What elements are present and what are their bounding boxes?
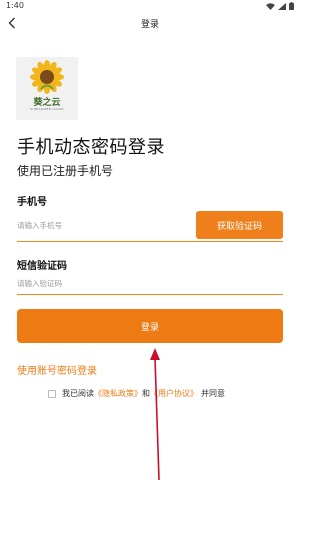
sunflower-logo-icon <box>30 60 64 94</box>
sms-code-underline <box>17 294 283 295</box>
sms-code-input[interactable] <box>17 277 267 289</box>
agreement-row: 我已阅读 《隐私政策》 和 《用户协议》 并同意 <box>48 388 225 399</box>
account-password-login-link[interactable]: 使用账号密码登录 <box>17 362 97 377</box>
phone-underline <box>17 241 283 242</box>
phone-label: 手机号 <box>17 197 47 208</box>
sms-code-label: 短信验证码 <box>17 261 67 272</box>
app-logo: 葵之云 SUNFLOWER CLOUD <box>16 57 78 120</box>
signal-icon <box>278 2 286 10</box>
logo-subtext: SUNFLOWER CLOUD <box>30 107 64 111</box>
login-heading: 手机动态密码登录 <box>17 137 165 158</box>
agreement-suffix: 并同意 <box>201 389 225 398</box>
get-code-button[interactable]: 获取验证码 <box>196 211 283 239</box>
page-title: 登录 <box>140 20 159 30</box>
privacy-policy-link[interactable]: 《隐私政策》 <box>94 388 142 399</box>
battery-icon <box>289 2 294 10</box>
agreement-prefix: 我已阅读 <box>62 389 94 398</box>
agreement-and: 和 <box>142 389 150 398</box>
nav-bar: 登录 <box>0 12 300 34</box>
status-time: 1:40 <box>6 1 24 10</box>
status-icons <box>266 2 294 10</box>
login-button[interactable]: 登录 <box>17 309 283 343</box>
phone-input[interactable] <box>17 219 187 231</box>
user-agreement-link[interactable]: 《用户协议》 <box>150 388 198 399</box>
login-subheading: 使用已注册手机号 <box>17 164 114 178</box>
agreement-checkbox[interactable] <box>48 389 56 398</box>
wifi-icon <box>266 2 275 10</box>
